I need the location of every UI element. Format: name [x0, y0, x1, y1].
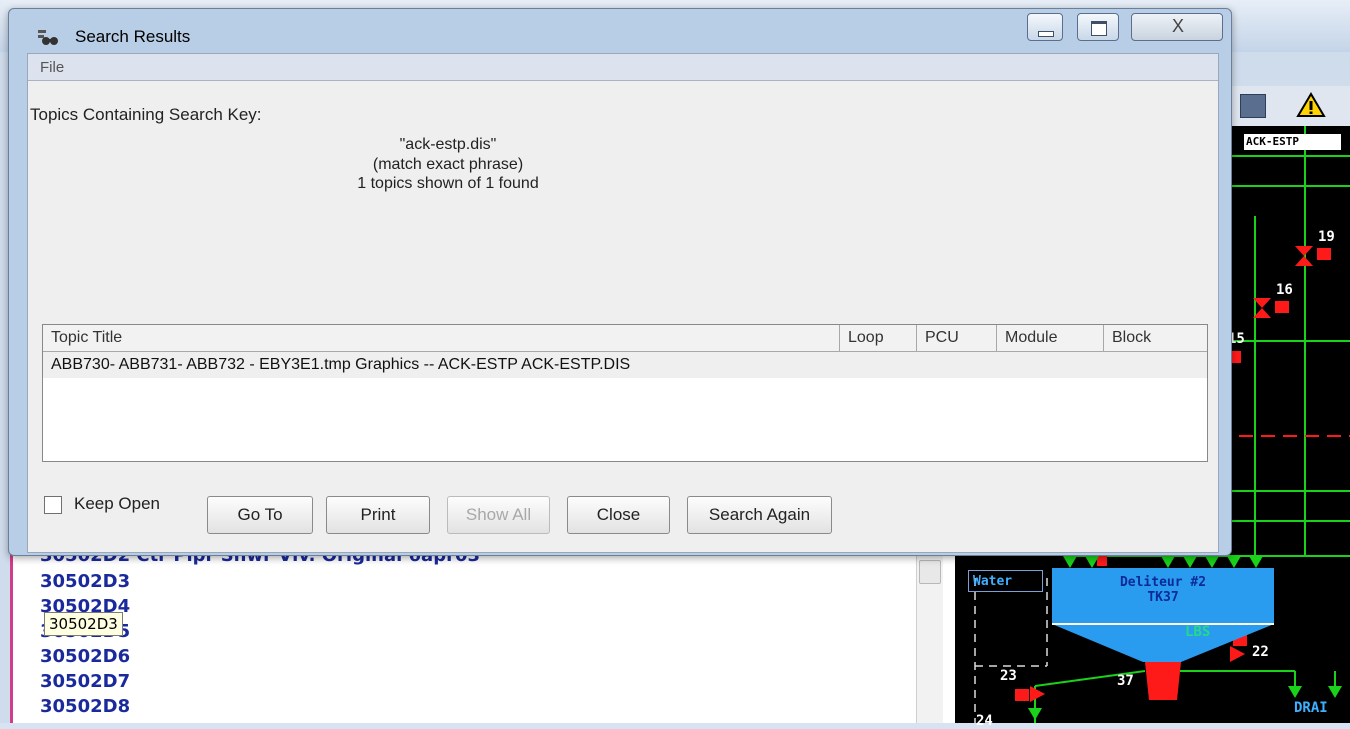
tag-23[interactable]: 23 — [1000, 668, 1017, 684]
menu-file[interactable]: File — [40, 59, 64, 76]
search-results-dialog: Search Results X File Topics Containing … — [8, 8, 1232, 556]
column-loop[interactable]: Loop — [840, 325, 917, 351]
lbs-label: LBS — [1185, 624, 1211, 640]
close-window-button[interactable]: X — [1131, 13, 1223, 41]
tooltip: 30502D3 — [44, 612, 123, 636]
tag-19[interactable]: 19 — [1318, 229, 1335, 245]
minimize-icon — [1038, 31, 1054, 37]
tank-name: Deliteur #2 — [1119, 575, 1207, 590]
close-button[interactable]: Close — [567, 496, 670, 534]
maximize-button[interactable] — [1077, 13, 1119, 41]
maximize-icon — [1091, 21, 1107, 36]
scada-display-title: ACK-ESTP — [1244, 134, 1341, 150]
match-mode: (match exact phrase) — [372, 156, 524, 173]
tag-24[interactable]: 24 — [976, 713, 993, 729]
close-icon: X — [1171, 16, 1184, 36]
display-icon[interactable] — [1240, 94, 1266, 118]
result-count: 1 topics shown of 1 found — [357, 175, 539, 192]
list-item[interactable]: 30502D7 — [40, 671, 130, 692]
water-label[interactable]: Water — [968, 570, 1043, 592]
show-all-button: Show All — [447, 496, 550, 534]
go-to-button[interactable]: Go To — [207, 496, 313, 534]
topics-label: Topics Containing Search Key: — [30, 105, 262, 124]
tank-label[interactable]: Deliteur #2 TK37 — [1052, 575, 1274, 605]
dialog-titlebar[interactable]: Search Results X — [9, 9, 1231, 53]
list-item[interactable]: 30502D3 — [40, 571, 130, 592]
checkbox-icon[interactable] — [44, 496, 62, 514]
scrollbar-thumb[interactable] — [919, 560, 941, 584]
warning-icon[interactable] — [1296, 92, 1326, 118]
background-toolbar — [1215, 86, 1350, 127]
drain-label[interactable]: DRAI — [1294, 700, 1328, 716]
list-item[interactable]: 30502D6 — [40, 646, 130, 667]
tag-22[interactable]: 22 — [1252, 644, 1269, 660]
column-module[interactable]: Module — [997, 325, 1104, 351]
menu-bar: File — [28, 54, 1218, 81]
tank-id: TK37 — [1147, 590, 1179, 605]
keep-open-label: Keep Open — [74, 494, 161, 513]
tag-16[interactable]: 16 — [1276, 282, 1293, 298]
binoculars-icon — [38, 30, 58, 45]
dialog-client-area: File Topics Containing Search Key: "ack-… — [27, 53, 1219, 553]
minimize-button[interactable] — [1027, 13, 1063, 41]
dialog-title: Search Results — [75, 27, 191, 46]
list-item[interactable]: 30502D8 — [40, 696, 130, 717]
tag-37[interactable]: 37 — [1117, 673, 1134, 689]
table-row[interactable]: ABB730- ABB731- ABB732 - EBY3E1.tmp Grap… — [43, 352, 1207, 378]
column-pcu[interactable]: PCU — [917, 325, 997, 351]
column-topic-title[interactable]: Topic Title — [43, 325, 840, 351]
column-block[interactable]: Block — [1104, 325, 1207, 351]
search-again-button[interactable]: Search Again — [687, 496, 832, 534]
print-button[interactable]: Print — [326, 496, 430, 534]
search-key: "ack-estp.dis" — [399, 136, 497, 153]
results-header: Topic Title Loop PCU Module Block — [43, 325, 1207, 352]
results-list[interactable]: Topic Title Loop PCU Module Block ABB730… — [42, 324, 1208, 462]
